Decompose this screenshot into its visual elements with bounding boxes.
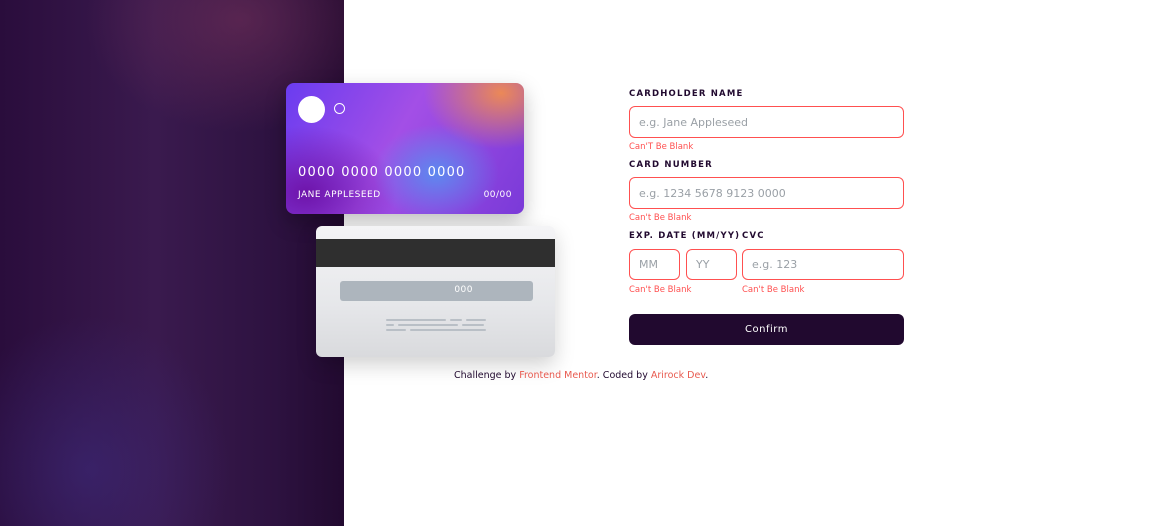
card-back-line	[386, 324, 394, 326]
attribution-middle: . Coded by	[596, 370, 651, 381]
card-holder-display: JANE APPLESEED	[298, 190, 381, 200]
attribution-suffix: .	[705, 370, 709, 381]
cvc-label: CVC	[742, 231, 765, 241]
card-back-line	[386, 319, 446, 321]
attribution: Challenge by Frontend Mentor. Coded by A…	[454, 370, 708, 381]
cardholder-name-input[interactable]: e.g. Jane Appleseed	[629, 106, 904, 138]
card-front: 0000 0000 0000 0000 JANE APPLESEED 00/00	[286, 83, 524, 214]
exp-date-error: Can't Be Blank	[629, 285, 692, 295]
exp-date-label: EXP. DATE (MM/YY)	[629, 231, 741, 241]
cardholder-name-error: Can'T Be Blank	[629, 142, 694, 152]
card-back-line	[462, 324, 484, 326]
magnetic-stripe	[316, 239, 555, 267]
card-number-label: CARD NUMBER	[629, 160, 713, 170]
attribution-prefix: Challenge by	[454, 370, 520, 381]
card-back: 000	[316, 226, 555, 357]
card-number-error: Can't Be Blank	[629, 213, 692, 223]
signature-strip: 000	[340, 281, 533, 301]
author-link[interactable]: Arirock Dev	[651, 370, 705, 381]
exp-year-input[interactable]: YY	[686, 249, 737, 280]
card-expiry-display: 00/00	[483, 190, 512, 200]
confirm-button[interactable]: Confirm	[629, 314, 904, 345]
cvc-input[interactable]: e.g. 123	[742, 249, 904, 280]
card-logo-circle-filled-icon	[298, 96, 325, 123]
exp-month-input[interactable]: MM	[629, 249, 680, 280]
cvc-error: Can't Be Blank	[742, 285, 805, 295]
card-logo-circle-outline-icon	[334, 103, 345, 114]
cardholder-name-label: CARDHOLDER NAME	[629, 89, 744, 99]
card-number-input[interactable]: e.g. 1234 5678 9123 0000	[629, 177, 904, 209]
card-back-line	[386, 329, 406, 331]
card-number-display: 0000 0000 0000 0000	[298, 165, 466, 180]
frontend-mentor-link[interactable]: Frontend Mentor	[519, 370, 597, 381]
card-back-line	[466, 319, 486, 321]
left-decorative-panel	[0, 0, 344, 526]
card-back-line	[398, 324, 458, 326]
card-back-line	[410, 329, 486, 331]
card-back-line	[450, 319, 462, 321]
card-cvc-display: 000	[454, 285, 473, 295]
